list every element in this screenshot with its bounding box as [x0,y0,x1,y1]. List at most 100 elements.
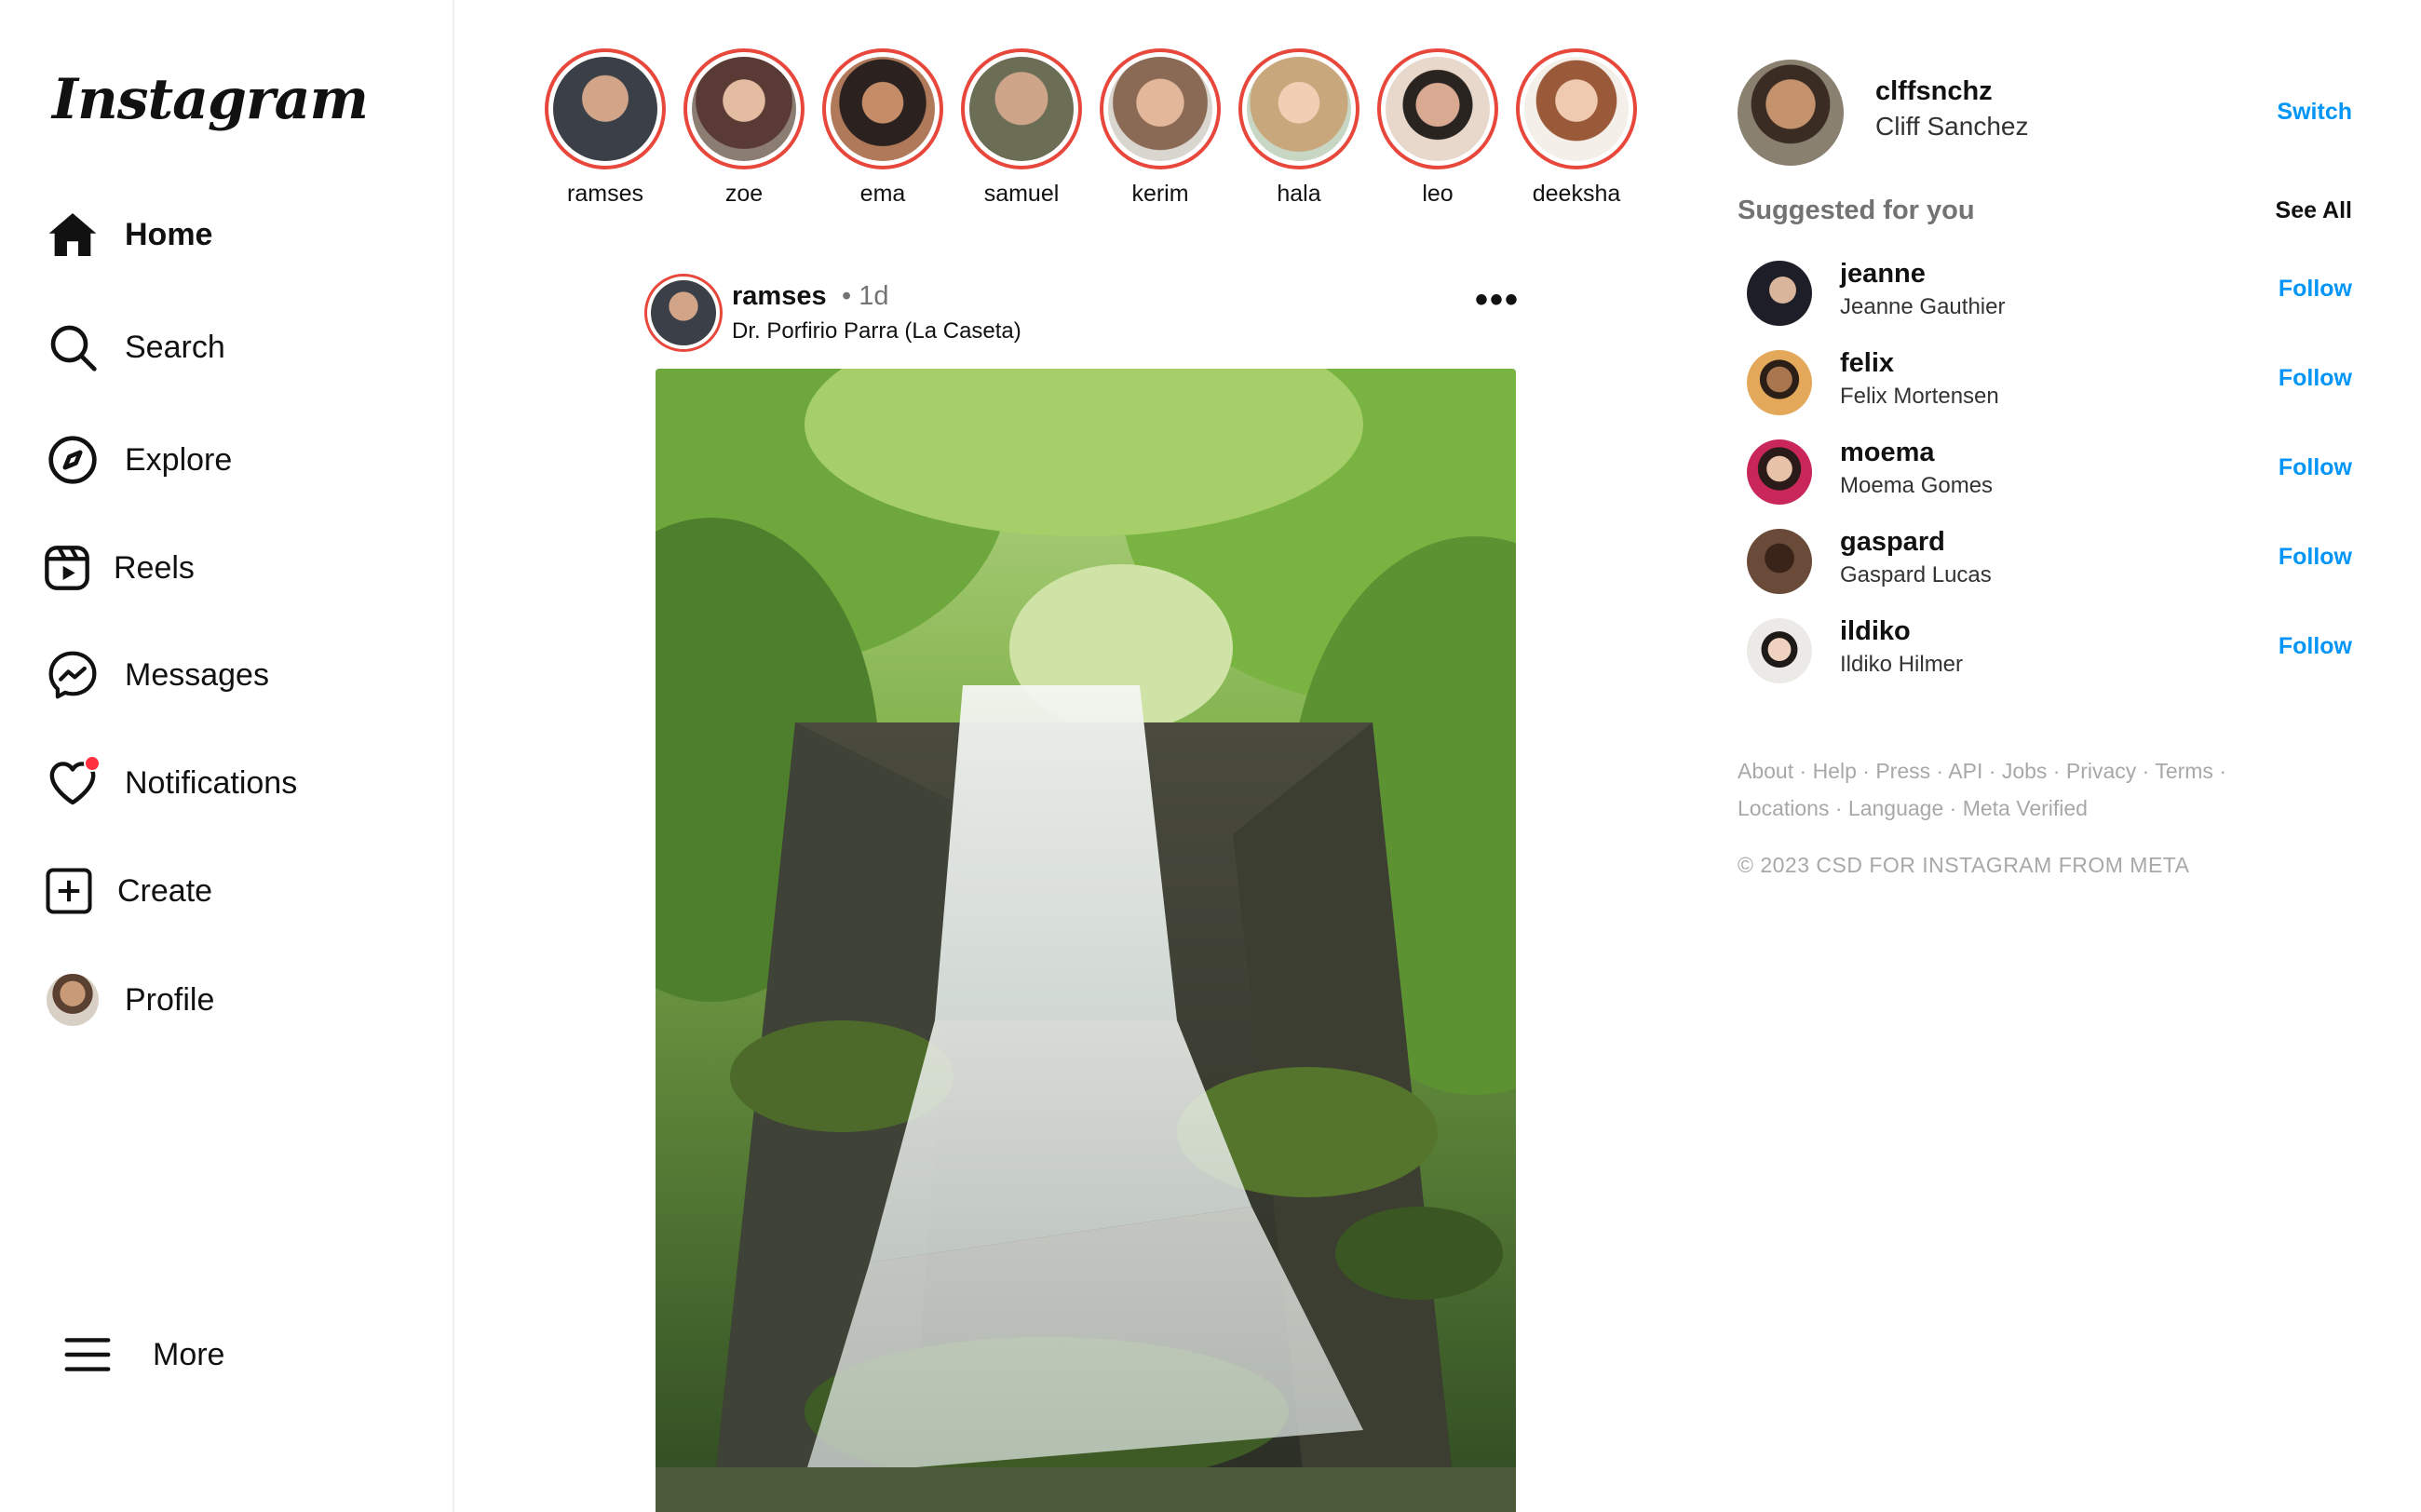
avatar[interactable] [1747,350,1812,415]
nav-label-home: Home [125,216,213,252]
avatar [553,57,657,161]
nav-create[interactable]: Create [43,854,212,928]
nav-label-messages: Messages [125,656,269,693]
see-all-link[interactable]: See All [2276,197,2352,224]
footer-link[interactable]: About [1738,759,1793,783]
current-username[interactable]: clffsnchz [1875,76,1993,107]
story-item[interactable]: samuel [956,48,1087,208]
story-username: ema [859,181,906,207]
messenger-icon [43,645,102,705]
avatar [43,970,102,1030]
post-username[interactable]: ramses [732,281,827,312]
nav-notifications[interactable]: Notifications [43,746,297,820]
nav-label-more: More [153,1336,225,1372]
nav-messages[interactable]: Messages [43,638,269,712]
avatar[interactable] [1747,618,1812,683]
nav-home[interactable]: Home [43,197,212,272]
suggestion-item: moema Moema Gomes Follow [1747,434,2352,508]
nav-profile[interactable]: Profile [43,963,214,1037]
footer-link[interactable]: Help [1813,759,1857,783]
story-username: kerim [1131,181,1189,207]
story-username: leo [1422,181,1454,207]
copyright-text: © 2023 CSD FOR INSTAGRAM FROM META [1738,853,2190,877]
story-ring [1516,48,1637,169]
current-full-name: Cliff Sanchez [1875,112,2029,141]
more-options-icon[interactable]: ••• [1475,279,1520,321]
story-username: hala [1277,181,1321,207]
suggestion-username[interactable]: jeanne [1840,259,1926,290]
suggestion-username[interactable]: moema [1840,438,1935,468]
footer-link[interactable]: Press [1875,759,1930,783]
nav-label-notifications: Notifications [125,764,298,801]
nav-label-explore: Explore [125,441,233,478]
footer-link[interactable]: Meta Verified [1963,796,2088,820]
story-item[interactable]: ramses [540,48,670,208]
follow-button[interactable]: Follow [2279,276,2352,303]
story-item[interactable]: zoe [679,48,809,208]
suggestion-item: felix Felix Mortensen Follow [1747,344,2352,419]
waterfall-photo [656,369,1516,1512]
follow-button[interactable]: Follow [2279,365,2352,392]
suggestion-username[interactable]: ildiko [1840,616,1911,647]
story-ring [822,48,943,169]
story-ring [961,48,1082,169]
hamburger-menu-icon [58,1325,117,1384]
story-ring [683,48,805,169]
story-ring [1377,48,1498,169]
footer-link[interactable]: Language [1848,796,1943,820]
follow-button[interactable]: Follow [2279,633,2352,660]
story-item[interactable]: leo [1373,48,1503,208]
suggestion-username[interactable]: gaspard [1840,527,1945,558]
switch-account-button[interactable]: Switch [2277,99,2352,126]
post-image[interactable] [656,369,1516,1512]
search-icon [43,317,102,377]
story-ring [1238,48,1359,169]
suggestion-full-name: Gaspard Lucas [1840,562,1992,587]
notification-dot [84,755,101,772]
avatar [969,57,1074,161]
post-author-avatar[interactable] [644,274,723,352]
instagram-logo[interactable]: Instagram [52,67,369,132]
follow-button[interactable]: Follow [2279,544,2352,571]
avatar[interactable] [1747,529,1812,594]
avatar [692,57,796,161]
nav-search[interactable]: Search [43,310,225,385]
nav-reels[interactable]: Reels [43,531,195,605]
footer-links: About · Help · Press · API · Jobs · Priv… [1738,759,2226,820]
avatar [831,57,935,161]
avatar [1247,57,1351,161]
post-header: ramses • 1d Dr. Porfirio Parra (La Caset… [644,272,1520,356]
suggestion-full-name: Ildiko Hilmer [1840,652,1964,677]
reels-icon [43,538,91,598]
compass-icon [43,430,102,490]
heart-icon [43,753,102,813]
nav-explore[interactable]: Explore [43,423,232,497]
sidebar: Instagram Home Search Explore Reels Mess… [0,0,454,1512]
story-item[interactable]: hala [1234,48,1364,208]
footer-link[interactable]: Privacy [2066,759,2136,783]
suggestion-username[interactable]: felix [1840,348,1894,379]
footer-link[interactable]: Jobs [2002,759,2048,783]
nav-more[interactable]: More [58,1317,224,1392]
post-timestamp: • 1d [842,281,889,311]
avatar[interactable] [1747,261,1812,326]
nav-label-create: Create [117,872,213,909]
story-username: samuel [983,181,1060,207]
follow-button[interactable]: Follow [2279,454,2352,481]
story-item[interactable]: kerim [1095,48,1225,208]
suggestions-title: Suggested for you [1738,196,1975,225]
avatar[interactable] [1738,60,1844,166]
suggestion-full-name: Felix Mortensen [1840,384,1999,409]
avatar [651,280,716,345]
story-item[interactable]: ema [818,48,948,208]
footer-link[interactable]: API [1948,759,1982,783]
avatar [1108,57,1212,161]
avatar[interactable] [1747,439,1812,505]
footer-link[interactable]: Terms [2155,759,2213,783]
footer-link[interactable]: Locations [1738,796,1829,820]
nav-label-profile: Profile [125,981,215,1018]
story-item[interactable]: deeksha [1511,48,1642,208]
post-location[interactable]: Dr. Porfirio Parra (La Caseta) [732,318,1021,344]
story-username: deeksha [1532,181,1621,207]
story-username: ramses [567,181,643,207]
